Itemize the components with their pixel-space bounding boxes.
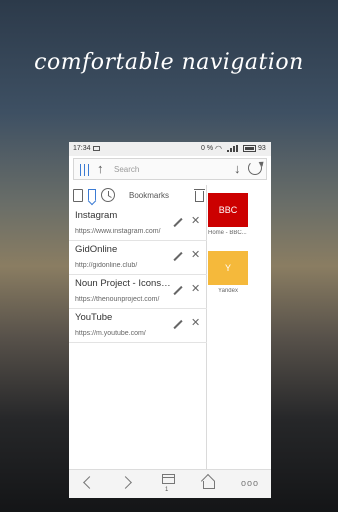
page-icon[interactable] [73,189,83,202]
back-icon[interactable] [83,476,96,489]
forward-icon[interactable] [119,476,132,489]
close-icon[interactable]: ✕ [191,216,200,227]
bookmark-icon[interactable] [88,189,96,201]
status-time: 17:34 [73,145,91,152]
close-icon[interactable]: ✕ [191,318,200,329]
tabs-icon[interactable] [162,474,175,484]
arrow-up-icon[interactable]: ↑ [97,161,104,176]
status-bar: 17:34 0 % ◠ 93 [69,142,271,156]
battery-icon [243,145,256,152]
reload-icon[interactable] [248,161,262,175]
bookmark-url: https://thenounproject.com/ [75,296,160,303]
home-icon[interactable] [201,475,215,489]
bookmark-item[interactable]: GidOnline http://gidonline.club/ ✕ [69,241,207,275]
address-bar[interactable]: ↑ ↓ [73,158,267,180]
arrow-down-icon[interactable]: ↓ [234,161,241,176]
speed-dial-tile-yandex[interactable]: Y [208,251,248,285]
hamburger-menu-icon[interactable] [80,164,90,176]
edit-pencil-icon[interactable] [173,286,183,296]
bookmark-title: Noun Project - Icons for... [75,278,171,289]
phone-screen: 17:34 0 % ◠ 93 ↑ ↓ Bookmarks Instagram [69,142,271,498]
more-icon[interactable]: ooo [241,478,259,488]
bookmark-url: https://www.instagram.com/ [75,228,161,235]
wifi-icon: ◠ [215,144,222,153]
status-percent: 0 % [201,145,214,152]
search-input[interactable] [114,163,224,176]
close-icon[interactable]: ✕ [191,284,200,295]
trash-icon[interactable] [194,189,205,202]
speed-dial: BBC Home - BBC... Y Yandex [208,185,271,469]
bookmark-list: Instagram https://www.instagram.com/ ✕ G… [69,207,207,343]
close-icon[interactable]: ✕ [191,250,200,261]
edit-pencil-icon[interactable] [173,252,183,262]
bookmarks-panel: Bookmarks Instagram https://www.instagra… [69,185,207,469]
bookmark-title: Instagram [75,210,118,221]
signal-icon [227,145,239,152]
bookmark-title: GidOnline [75,244,118,255]
speed-dial-tile-bbc[interactable]: BBC [208,193,248,227]
bottom-navigation: 1 ooo [69,469,271,498]
battery-level: 93 [258,145,266,152]
edit-pencil-icon[interactable] [173,218,183,228]
edit-pencil-icon[interactable] [173,320,183,330]
message-icon [93,146,100,151]
panel-title: Bookmarks [129,191,170,200]
bookmark-title: YouTube [75,312,113,323]
bookmark-item[interactable]: Noun Project - Icons for... https://then… [69,275,207,309]
bookmark-item[interactable]: Instagram https://www.instagram.com/ ✕ [69,207,207,241]
bookmark-url: https://m.youtube.com/ [75,330,146,337]
history-clock-icon[interactable] [101,188,115,202]
promo-headline: comfortable navigation [34,50,304,75]
bookmark-url: http://gidonline.club/ [75,262,138,269]
tab-count: 1 [165,487,169,493]
bookmark-item[interactable]: YouTube https://m.youtube.com/ ✕ [69,309,207,343]
bookmarks-toolbar: Bookmarks [69,185,207,207]
speed-dial-label: Yandex [218,288,238,294]
speed-dial-label: Home - BBC... [208,230,247,236]
